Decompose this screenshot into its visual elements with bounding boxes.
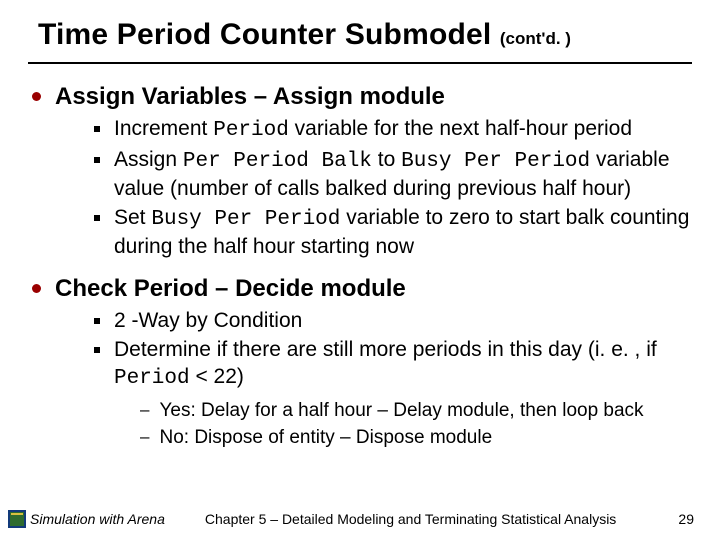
title-divider bbox=[28, 62, 692, 64]
bullet-level3-text: Yes: Delay for a half hour – Delay modul… bbox=[159, 399, 643, 424]
bullet-level3-group: –Yes: Delay for a half hour – Delay modu… bbox=[94, 399, 692, 450]
slide-title: Time Period Counter Submodel (cont'd. ) bbox=[28, 18, 692, 58]
bullet-square-icon bbox=[94, 318, 100, 324]
bullet-level2-group: 2 -Way by ConditionDetermine if there ar… bbox=[30, 308, 692, 450]
bullet-level2-text: Determine if there are still more period… bbox=[114, 337, 692, 393]
bullet-level2: Set Busy Per Period variable to zero to … bbox=[94, 205, 692, 261]
slide-body: Assign Variables – Assign module Incremen… bbox=[28, 82, 692, 450]
title-main: Time Period Counter Submodel bbox=[38, 18, 491, 51]
bullet-dash-icon: – bbox=[140, 426, 149, 449]
bullet-level2-text: 2 -Way by Condition bbox=[114, 308, 302, 335]
bullet-level2-text: Set Busy Per Period variable to zero to … bbox=[114, 205, 692, 261]
bullet-level3-text: No: Dispose of entity – Dispose module bbox=[159, 426, 492, 451]
book-logo-icon bbox=[8, 508, 26, 530]
bullet-level2: Assign Per Period Balk to Busy Per Perio… bbox=[94, 147, 692, 203]
bullet-level2-group: Increment Period variable for the next h… bbox=[30, 116, 692, 260]
bullet-square-icon bbox=[94, 347, 100, 353]
bullet-dot-icon bbox=[32, 284, 41, 293]
bullet-level3: –Yes: Delay for a half hour – Delay modu… bbox=[140, 399, 692, 424]
bullet-square-icon bbox=[94, 126, 100, 132]
slide: Time Period Counter Submodel (cont'd. ) … bbox=[0, 0, 720, 540]
bullet-level1: Check Period – Decide module bbox=[30, 274, 692, 304]
slide-footer: Simulation with Arena Chapter 5 – Detail… bbox=[0, 508, 720, 530]
bullet-square-icon bbox=[94, 157, 100, 163]
title-suffix: (cont'd. ) bbox=[500, 29, 571, 48]
footer-book-title: Simulation with Arena bbox=[30, 511, 165, 527]
footer-chapter: Chapter 5 – Detailed Modeling and Termin… bbox=[205, 511, 616, 527]
bullet-level2: Increment Period variable for the next h… bbox=[94, 116, 692, 145]
bullet-level1-text: Check Period – Decide module bbox=[55, 274, 406, 304]
footer-page-number: 29 bbox=[678, 511, 694, 527]
bullet-level2-text: Assign Per Period Balk to Busy Per Perio… bbox=[114, 147, 692, 203]
bullet-level2-text: Increment Period variable for the next h… bbox=[114, 116, 632, 145]
bullet-level1-text: Assign Variables – Assign module bbox=[55, 82, 445, 112]
bullet-dash-icon: – bbox=[140, 399, 149, 422]
bullet-dot-icon bbox=[32, 92, 41, 101]
bullet-level3: –No: Dispose of entity – Dispose module bbox=[140, 426, 692, 451]
bullet-level2: 2 -Way by Condition bbox=[94, 308, 692, 335]
bullet-level2: Determine if there are still more period… bbox=[94, 337, 692, 393]
bullet-level1: Assign Variables – Assign module bbox=[30, 82, 692, 112]
bullet-square-icon bbox=[94, 215, 100, 221]
